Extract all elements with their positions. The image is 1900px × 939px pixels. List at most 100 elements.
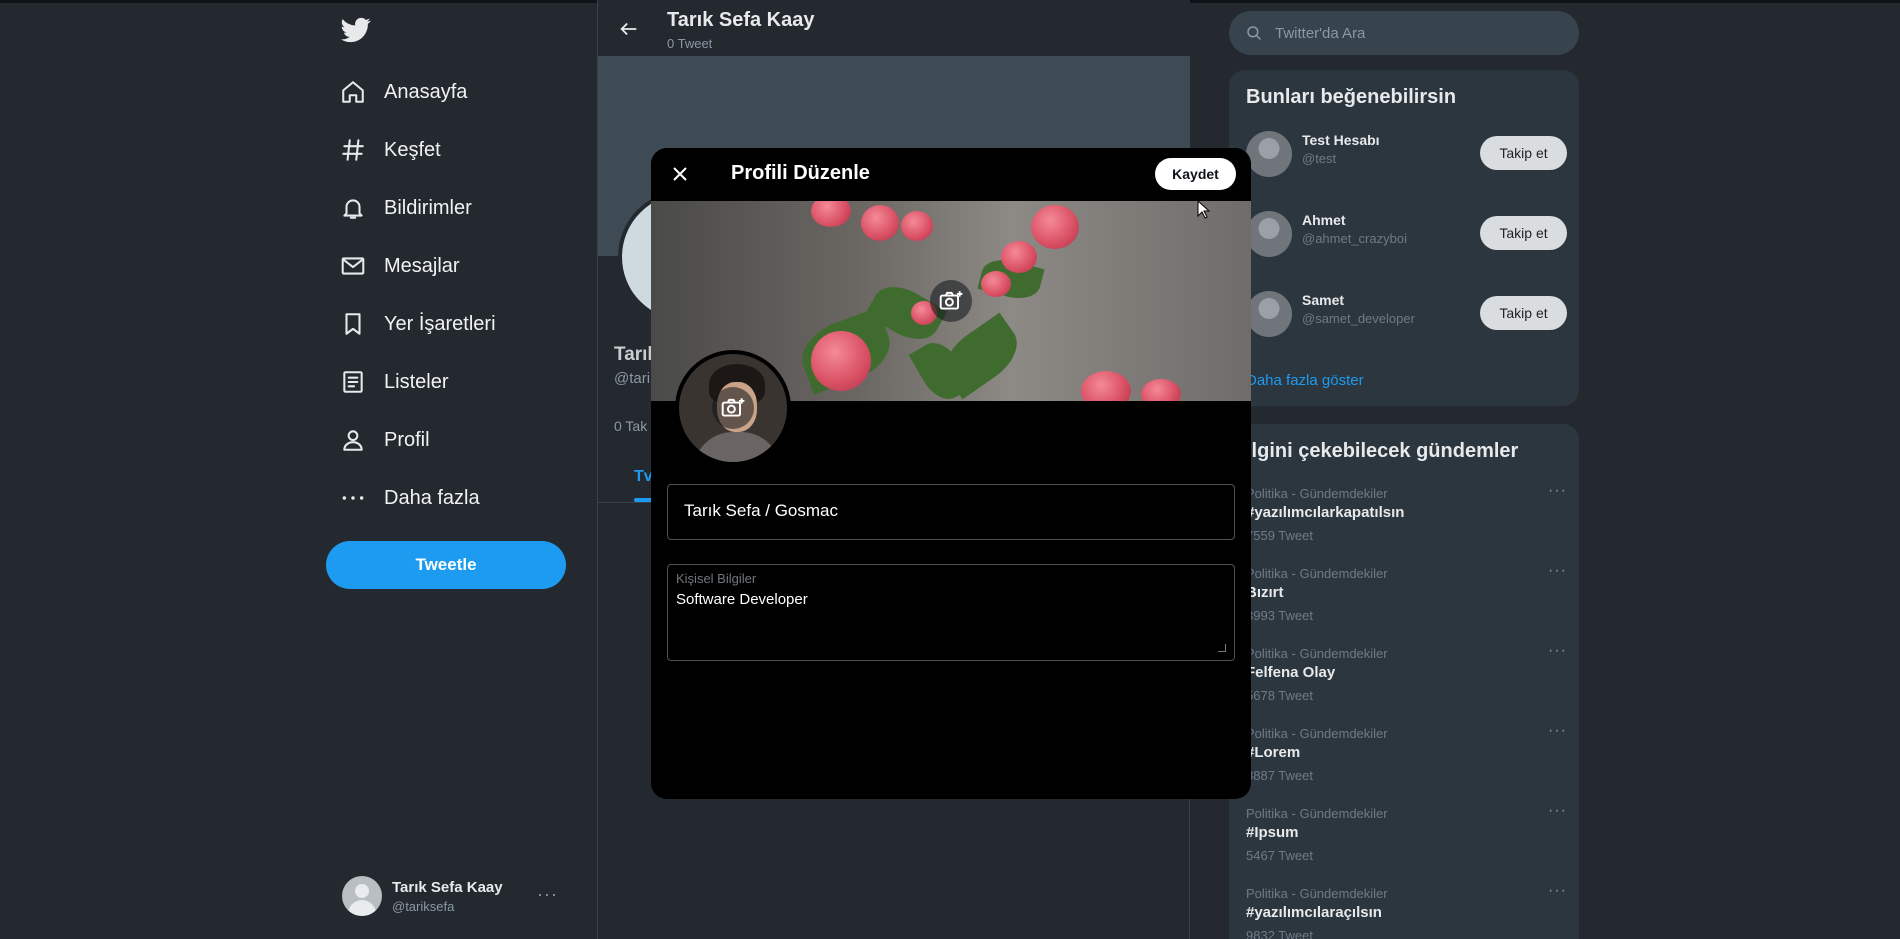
sidebar-item-explore[interactable]: Keşfet (340, 130, 441, 170)
tab-tweets[interactable]: Tv (634, 468, 653, 486)
bio-label: Kişisel Bilgiler (676, 571, 757, 586)
hashtag-icon (342, 139, 364, 161)
left-sidebar: Anasayfa Keşfet Bildirimler Mesajlar Yer… (326, 0, 566, 939)
sidebar-item-notifications[interactable]: Bildirimler (340, 188, 472, 228)
follow-button[interactable]: Takip et (1480, 136, 1567, 170)
trend-item[interactable]: Politika - Gündemdekiler Bızırt 3993 Twe… (1246, 562, 1571, 628)
modal-header: Profili Düzenle Kaydet (651, 148, 1251, 201)
mail-icon (341, 257, 365, 275)
trend-category: Politika - Gündemdekiler (1246, 726, 1388, 741)
modal-title: Profili Düzenle (731, 162, 870, 184)
avatar (1246, 211, 1292, 257)
avatar (342, 876, 382, 916)
avatar (675, 350, 791, 466)
bell-icon (343, 199, 363, 219)
more-icon[interactable]: ··· (1548, 882, 1567, 900)
list-item[interactable]: Ahmet @ahmet_crazyboi Takip et (1246, 206, 1567, 260)
trend-item[interactable]: Politika - Gündemdekiler Felfena Olay 56… (1246, 642, 1571, 708)
name-input[interactable] (684, 501, 1214, 521)
home-icon (342, 81, 364, 103)
card-title: İlgini çekebilecek gündemler (1246, 440, 1519, 462)
more-icon[interactable]: ··· (1548, 802, 1567, 820)
trend-title: #yazılımcılaraçılsın (1246, 904, 1382, 921)
trend-category: Politika - Gündemdekiler (1246, 566, 1388, 581)
trend-item[interactable]: Politika - Gündemdekiler #yazılımcılarka… (1246, 482, 1571, 548)
avatar (1246, 131, 1292, 177)
account-name: Tarık Sefa Kaay (392, 878, 503, 896)
search-bar[interactable] (1229, 11, 1579, 55)
trend-category: Politika - Gündemdekiler (1246, 486, 1388, 501)
sidebar-item-profile[interactable]: Profil (340, 420, 430, 460)
mouse-cursor-icon (1197, 200, 1211, 219)
sidebar-item-label: Profil (384, 428, 430, 451)
user-name: Samet (1302, 292, 1345, 308)
sidebar-item-label: Yer İşaretleri (384, 312, 496, 335)
trend-count: 5678 Tweet (1246, 688, 1313, 703)
avatar-camera-icon[interactable] (712, 387, 754, 429)
trend-title: #Ipsum (1246, 824, 1299, 841)
trend-title: #Lorem (1246, 744, 1301, 761)
trend-item[interactable]: Politika - Gündemdekiler #yazılımcılaraç… (1246, 882, 1571, 939)
bio-textarea[interactable]: Software Developer (676, 591, 1226, 653)
close-icon[interactable] (668, 162, 692, 186)
follow-button[interactable]: Takip et (1480, 216, 1567, 250)
trend-category: Politika - Gündemdekiler (1246, 646, 1388, 661)
account-switcher[interactable]: Tarık Sefa Kaay @tariksefa ··· (342, 872, 566, 920)
user-handle: @samet_developer (1302, 311, 1415, 326)
more-icon (342, 496, 364, 500)
more-icon[interactable]: ··· (1548, 642, 1567, 660)
tweet-count: 0 Tweet (667, 36, 713, 51)
name-field[interactable] (667, 484, 1235, 540)
back-arrow-icon[interactable] (618, 18, 640, 40)
trend-item[interactable]: Politika - Gündemdekiler #Ipsum 5467 Twe… (1246, 802, 1571, 868)
resize-handle-icon[interactable] (1218, 644, 1226, 652)
search-input[interactable] (1275, 24, 1555, 42)
sidebar-item-label: Anasayfa (384, 80, 468, 103)
user-handle: @ahmet_crazyboi (1302, 231, 1407, 246)
user-name: Ahmet (1302, 212, 1346, 228)
more-icon[interactable]: ··· (1548, 562, 1567, 580)
trend-count: 7559 Tweet (1246, 528, 1313, 543)
bio-field[interactable]: Kişisel Bilgiler Software Developer (667, 564, 1235, 661)
more-icon[interactable]: ··· (1548, 722, 1567, 740)
search-icon (1247, 26, 1261, 40)
sidebar-item-more[interactable]: Daha fazla (340, 478, 480, 518)
save-button[interactable]: Kaydet (1155, 158, 1236, 190)
card-title: Bunları beğenebilirsin (1246, 86, 1457, 108)
sidebar-item-bookmarks[interactable]: Yer İşaretleri (340, 304, 496, 344)
trend-count: 3993 Tweet (1246, 608, 1313, 623)
sidebar-item-label: Keşfet (384, 138, 441, 161)
more-icon[interactable]: ··· (537, 884, 558, 905)
sidebar-item-label: Bildirimler (384, 196, 472, 219)
list-item[interactable]: Test Hesabı @test Takip et (1246, 126, 1567, 180)
tweet-button[interactable]: Tweetle (326, 541, 566, 589)
sidebar-item-home[interactable]: Anasayfa (340, 72, 467, 112)
follow-button[interactable]: Takip et (1480, 296, 1567, 330)
avatar (1246, 291, 1292, 337)
banner-camera-icon[interactable] (930, 280, 972, 322)
bookmark-icon (345, 313, 361, 335)
twitter-logo-icon[interactable] (340, 15, 372, 45)
list-icon (343, 371, 363, 393)
trend-category: Politika - Gündemdekiler (1246, 806, 1388, 821)
edit-profile-modal: Profili Düzenle Kaydet Kişisel Bilg (651, 148, 1251, 799)
who-to-follow-card: Bunları beğenebilirsin Test Hesabı @test… (1229, 70, 1579, 406)
sidebar-item-label: Listeler (384, 370, 449, 393)
trend-title: Felfena Olay (1246, 664, 1336, 681)
sidebar-item-lists[interactable]: Listeler (340, 362, 448, 402)
follow-stats: 0 Tak (614, 418, 648, 434)
show-more-link[interactable]: Daha fazla göster (1246, 372, 1364, 389)
trend-item[interactable]: Politika - Gündemdekiler #Lorem 8887 Twe… (1246, 722, 1571, 788)
user-name: Test Hesabı (1302, 132, 1380, 148)
more-icon[interactable]: ··· (1548, 482, 1567, 500)
trend-title: Bızırt (1246, 584, 1284, 601)
sidebar-item-messages[interactable]: Mesajlar (340, 246, 460, 286)
account-handle: @tariksefa (392, 898, 455, 914)
user-handle: @test (1302, 151, 1337, 166)
list-item[interactable]: Samet @samet_developer Takip et (1246, 286, 1567, 340)
user-icon (343, 430, 363, 451)
trend-count: 8887 Tweet (1246, 768, 1313, 783)
trends-card: İlgini çekebilecek gündemler Politika - … (1229, 424, 1579, 939)
sidebar-item-label: Daha fazla (384, 486, 480, 509)
profile-handle: @tari (614, 370, 651, 387)
